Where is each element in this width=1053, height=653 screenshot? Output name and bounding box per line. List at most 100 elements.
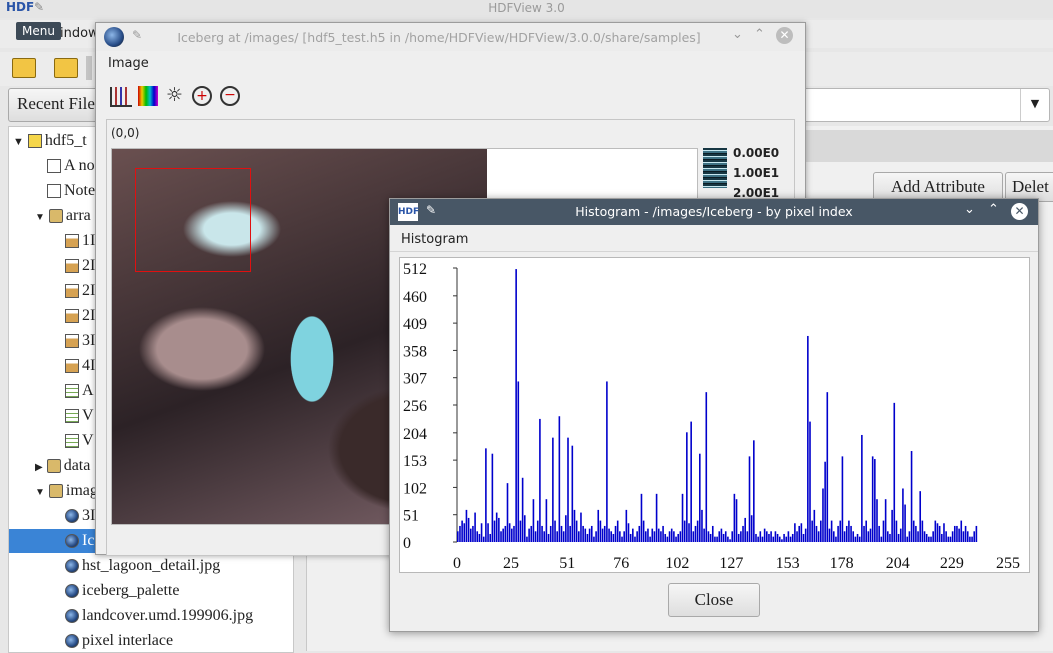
histogram-bar <box>737 533 740 542</box>
histogram-bar <box>595 531 597 542</box>
histogram-bar <box>485 448 487 542</box>
histogram-bar <box>528 528 530 542</box>
expand-icon[interactable]: ▼ <box>35 212 45 223</box>
menu-window[interactable]: indow <box>60 26 99 41</box>
tree-item[interactable]: A <box>65 379 94 403</box>
histogram-bar <box>699 453 701 542</box>
close-button[interactable]: Close <box>668 583 760 617</box>
histogram-bar <box>742 525 744 542</box>
zoom-in-icon[interactable]: + <box>192 86 212 106</box>
close-icon[interactable]: ✕ <box>776 27 793 44</box>
expand-icon[interactable]: ▼ <box>13 136 24 148</box>
histogram-bar <box>662 525 664 542</box>
histogram-bar <box>930 536 932 542</box>
histogram-bar <box>863 525 865 542</box>
minimize-icon[interactable]: ⌄ <box>964 202 975 217</box>
tree-item[interactable]: 1I <box>65 229 95 253</box>
histogram-bar <box>880 536 883 542</box>
tree-item[interactable]: 3I <box>65 329 95 353</box>
close-icon[interactable]: ✕ <box>1011 203 1028 220</box>
tree-item[interactable]: 2I <box>65 304 95 328</box>
histogram-bar <box>556 531 558 542</box>
histogram-bar <box>593 536 595 542</box>
selection-rectangle[interactable] <box>135 168 251 272</box>
image-icon <box>65 509 79 524</box>
histogram-bar <box>865 520 867 542</box>
minimize-icon[interactable]: ⌄ <box>732 27 743 42</box>
histogram-bar <box>941 533 943 542</box>
histogram-bar <box>791 533 794 542</box>
histogram-bar <box>627 523 630 542</box>
image-toolbar: ☼ + − <box>110 84 250 109</box>
h5-file-icon <box>27 134 42 149</box>
histogram-bar <box>772 536 775 542</box>
histogram-bar <box>804 528 807 542</box>
histogram-bar <box>465 509 468 542</box>
histogram-bar <box>828 528 831 542</box>
brightness-icon[interactable]: ☼ <box>166 84 183 106</box>
histogram-bar <box>601 528 604 542</box>
tree-item[interactable]: ▼ imag <box>35 479 98 503</box>
histogram-bar <box>606 381 608 542</box>
tree-item[interactable]: Note <box>47 179 95 203</box>
x-tick-label: 76 <box>613 555 629 572</box>
pin-icon[interactable]: ✎ <box>426 203 436 217</box>
image-icon <box>65 609 79 624</box>
histogram-bar <box>845 525 848 542</box>
file-path-combo[interactable]: ▼ <box>800 88 1050 122</box>
tree-item[interactable]: 4I <box>65 354 95 378</box>
histogram-icon[interactable] <box>110 87 132 107</box>
histogram-bar <box>770 531 772 542</box>
histogram-bar <box>841 456 844 542</box>
histogram-bar <box>856 533 859 542</box>
histogram-bar <box>614 525 617 542</box>
maximize-icon[interactable]: ⌃ <box>988 202 999 217</box>
pin-icon[interactable]: ✎ <box>132 28 142 42</box>
histogram-bar <box>785 536 788 542</box>
tree-item[interactable]: ▶ data <box>35 454 90 478</box>
chevron-down-icon[interactable]: ▼ <box>1020 89 1049 121</box>
open-folder-icon[interactable] <box>54 58 78 78</box>
image-icon <box>65 534 79 549</box>
histogram-bar <box>472 525 474 542</box>
tree-item[interactable]: pixel interlace <box>65 629 173 653</box>
zoom-out-icon[interactable]: − <box>220 86 240 106</box>
tree-item-label: 4I <box>82 357 96 374</box>
histogram-bar <box>673 531 675 542</box>
tree-item[interactable]: ▼ arra <box>35 204 91 228</box>
histogram-bar <box>709 533 712 542</box>
expand-icon[interactable]: ▶ <box>35 462 43 473</box>
image-window-title: Iceberg at /images/ [hdf5_test.h5 in /ho… <box>177 30 701 45</box>
histogram-bar <box>906 536 909 542</box>
histogram-bar <box>651 528 654 542</box>
tree-item[interactable]: V <box>65 404 94 428</box>
tree-item[interactable]: 2I <box>65 279 95 303</box>
histogram-chart: 512 460 409 358 307 256 204 153 102 51 0 0 25 51 76 102… <box>403 261 1020 572</box>
tree-item[interactable]: 2I <box>65 254 95 278</box>
histogram-bar <box>482 536 485 542</box>
histogram-bar <box>491 453 494 542</box>
open-file-icon[interactable] <box>12 58 36 78</box>
image-menu[interactable]: Image <box>108 56 149 71</box>
tree-item[interactable]: landcover.umd.199906.jpg <box>65 604 253 628</box>
tree-item[interactable]: iceberg_palette <box>65 579 179 603</box>
histogram-bar <box>861 434 863 542</box>
palette-icon[interactable] <box>138 86 158 106</box>
recent-files-label: Recent File <box>17 94 95 113</box>
histogram-bar <box>517 381 520 542</box>
histogram-bar <box>474 512 476 542</box>
tree-item[interactable]: V <box>65 429 94 453</box>
palette-bar <box>703 148 727 188</box>
tree-item[interactable]: hst_lagoon_detail.jpg <box>65 554 220 578</box>
histogram-bar <box>826 392 829 542</box>
tree-root[interactable]: ▼ hdf5_t <box>13 129 87 153</box>
histogram-bar <box>493 520 496 542</box>
expand-icon[interactable]: ▼ <box>35 487 45 498</box>
tree-item[interactable]: A no <box>47 154 95 178</box>
histogram-menu[interactable]: Histogram <box>401 232 468 247</box>
tree-item[interactable]: 3I <box>65 504 95 528</box>
maximize-icon[interactable]: ⌃ <box>754 27 765 42</box>
histogram-bar <box>878 525 880 542</box>
tree-item-label: 2I <box>82 307 96 324</box>
histogram-bar <box>625 509 628 542</box>
